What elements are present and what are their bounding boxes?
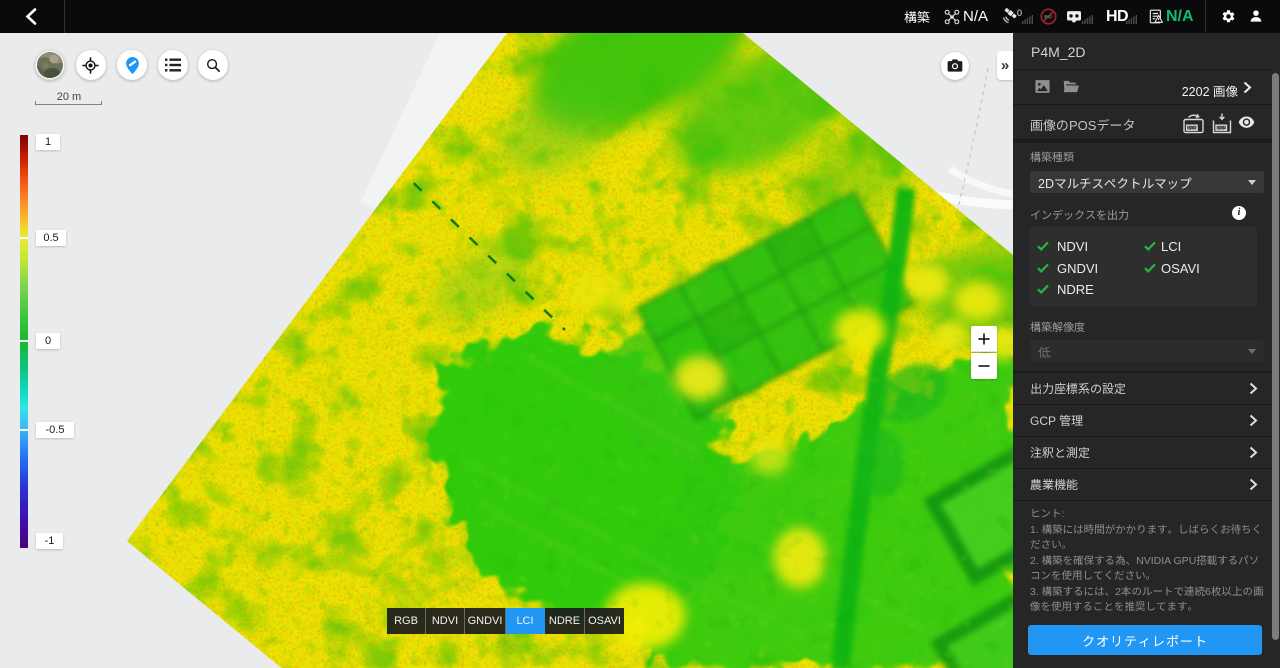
svg-text:POS: POS [1217,125,1226,130]
svg-text:POS: POS [1188,125,1197,130]
